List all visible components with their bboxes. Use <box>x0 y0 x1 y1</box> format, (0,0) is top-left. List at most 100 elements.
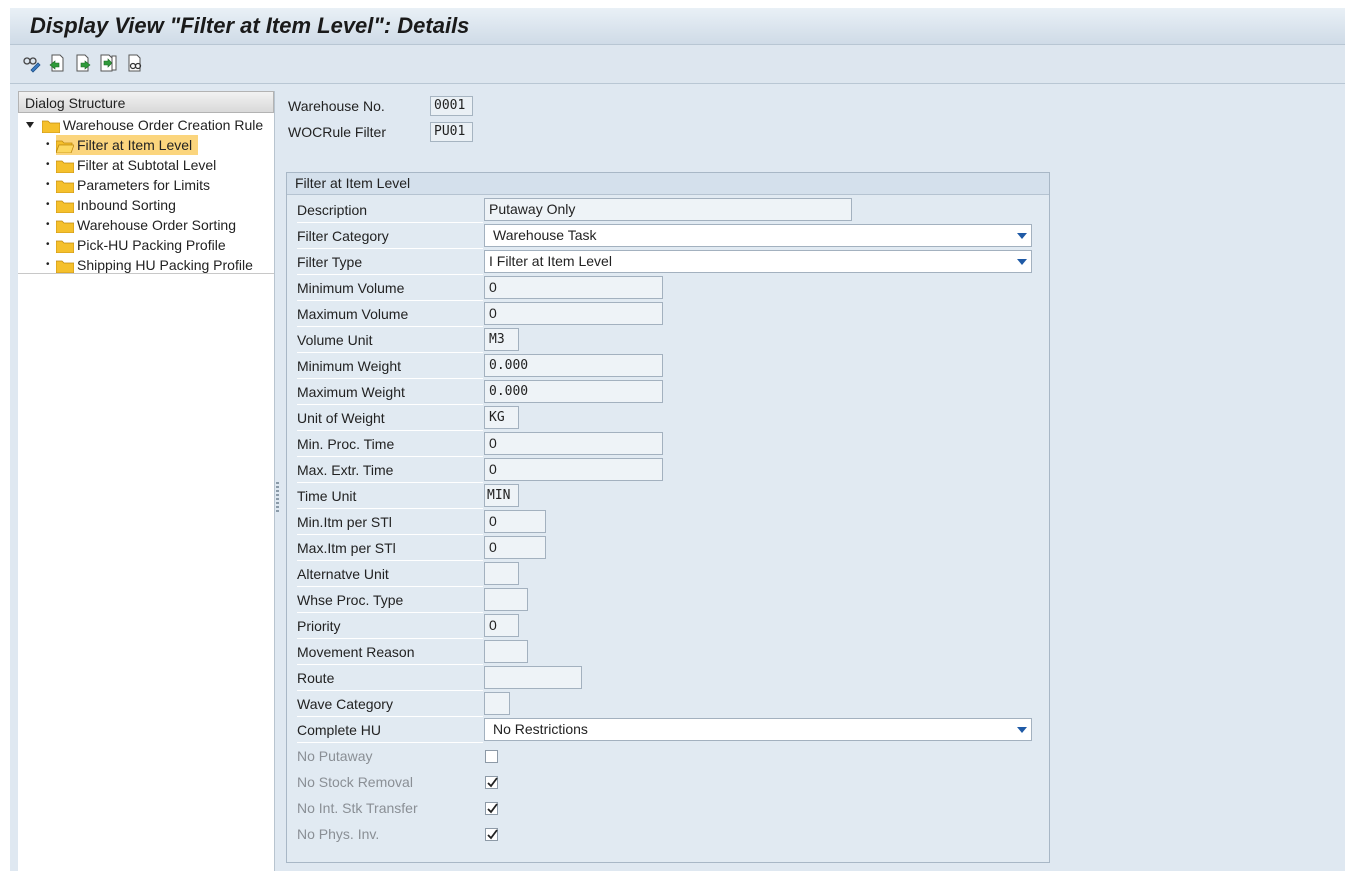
wave-category-label: Wave Category <box>297 692 483 717</box>
bullet-icon: • <box>46 259 50 270</box>
maximum-weight-field[interactable]: 0.000 <box>484 380 663 403</box>
movement-reason-field[interactable] <box>484 640 528 663</box>
whse-proc-type-field[interactable] <box>484 588 528 611</box>
max-itm-per-stl-label: Max.Itm per STl <box>297 536 483 561</box>
filter-category-dropdown[interactable]: Warehouse Task <box>484 224 1032 247</box>
bullet-icon: • <box>46 199 50 210</box>
unit-of-weight-label: Unit of Weight <box>297 406 483 431</box>
checkmark-icon <box>487 777 498 788</box>
volume-unit-field[interactable]: M3 <box>484 328 519 351</box>
minimum-weight-field[interactable]: 0.000 <box>484 354 663 377</box>
min-itm-per-stl-field[interactable]: 0 <box>484 510 546 533</box>
no-putaway-label: No Putaway <box>297 748 373 764</box>
bullet-icon: • <box>46 219 50 230</box>
wocrule-filter-label: WOCRule Filter <box>288 124 387 140</box>
minimum-weight-label: Minimum Weight <box>297 354 483 379</box>
group-title: Filter at Item Level <box>287 173 1049 195</box>
no-stock-removal-label: No Stock Removal <box>297 774 413 790</box>
bullet-icon: • <box>46 239 50 250</box>
no-int-stk-transfer-checkbox[interactable] <box>485 802 498 815</box>
filter-category-value: Warehouse Task <box>493 227 597 243</box>
tree-root-label: Warehouse Order Creation Rule <box>62 117 264 133</box>
minimum-volume-field[interactable]: 0 <box>484 276 663 299</box>
tree-item-label: Warehouse Order Sorting <box>77 217 236 233</box>
bullet-icon: • <box>46 179 50 190</box>
find-icon[interactable] <box>125 53 145 73</box>
no-putaway-checkbox[interactable] <box>485 750 498 763</box>
tree-item-label: Shipping HU Packing Profile <box>77 257 253 273</box>
bullet-icon: • <box>46 139 50 150</box>
complete-hu-dropdown[interactable]: No Restrictions <box>484 718 1032 741</box>
dropdown-arrow-icon[interactable] <box>1017 727 1027 733</box>
max-extr-time-field[interactable]: 0 <box>484 458 663 481</box>
dropdown-arrow-icon[interactable] <box>1017 233 1027 239</box>
title-bar: Display View "Filter at Item Level": Det… <box>10 8 1345 45</box>
filter-type-label: Filter Type <box>297 250 483 275</box>
dialog-structure-panel: Dialog Structure Warehouse Order Creatio… <box>18 91 275 871</box>
bullet-icon: • <box>46 159 50 170</box>
expand-arrow-icon[interactable] <box>26 122 34 128</box>
wocrule-filter-field[interactable]: PU01 <box>430 122 473 142</box>
min-proc-time-field[interactable]: 0 <box>484 432 663 455</box>
route-field[interactable] <box>484 666 582 689</box>
tree-item-warehouse-order-sorting[interactable]: • Warehouse Order Sorting <box>46 215 236 235</box>
tree-item-inbound-sorting[interactable]: • Inbound Sorting <box>46 195 176 215</box>
wave-category-field[interactable] <box>484 692 510 715</box>
glasses-edit-icon[interactable] <box>22 53 42 73</box>
filter-category-label: Filter Category <box>297 224 483 249</box>
minimum-volume-label: Minimum Volume <box>297 276 483 301</box>
previous-entry-icon[interactable] <box>47 53 67 73</box>
folder-icon <box>55 258 75 278</box>
unit-of-weight-field[interactable]: KG <box>484 406 519 429</box>
description-field[interactable]: Putaway Only <box>484 198 852 221</box>
min-itm-per-stl-label: Min.Itm per STl <box>297 510 483 535</box>
filter-type-dropdown[interactable]: I Filter at Item Level <box>484 250 1032 273</box>
other-entry-icon[interactable] <box>98 53 118 73</box>
no-phys-inv-label: No Phys. Inv. <box>297 826 380 842</box>
application-toolbar <box>10 45 1345 84</box>
route-label: Route <box>297 666 483 691</box>
dropdown-arrow-icon[interactable] <box>1017 259 1027 265</box>
priority-field[interactable]: 0 <box>484 614 519 637</box>
max-itm-per-stl-field[interactable]: 0 <box>484 536 546 559</box>
no-stock-removal-checkbox[interactable] <box>485 776 498 789</box>
tree-item-label: Parameters for Limits <box>77 177 211 193</box>
time-unit-label: Time Unit <box>297 484 483 509</box>
panel-splitter[interactable] <box>276 482 279 514</box>
tree-item-filter-at-subtotal-level[interactable]: • Filter at Subtotal Level <box>46 155 217 175</box>
tree-item-label: Inbound Sorting <box>77 197 176 213</box>
complete-hu-value: No Restrictions <box>493 721 588 737</box>
time-unit-field[interactable]: MIN <box>484 484 519 507</box>
description-label: Description <box>297 198 483 223</box>
tree-item-filter-at-item-level[interactable]: • Filter at Item Level <box>46 135 199 155</box>
tree-item-label: Filter at Item Level <box>77 137 193 153</box>
tree-item-label: Pick-HU Packing Profile <box>77 237 226 253</box>
min-proc-time-label: Min. Proc. Time <box>297 432 483 457</box>
tree-item-parameters-for-limits[interactable]: • Parameters for Limits <box>46 175 211 195</box>
tree-item-shipping-hu-packing-profile[interactable]: • Shipping HU Packing Profile <box>46 255 253 278</box>
dialog-structure-header: Dialog Structure <box>18 91 274 113</box>
page-title: Display View "Filter at Item Level": Det… <box>30 13 470 38</box>
no-int-stk-transfer-label: No Int. Stk Transfer <box>297 800 418 816</box>
volume-unit-label: Volume Unit <box>297 328 483 353</box>
warehouse-no-label: Warehouse No. <box>288 98 385 114</box>
alternative-unit-field[interactable] <box>484 562 519 585</box>
tree-item-pick-hu-packing-profile[interactable]: • Pick-HU Packing Profile <box>46 235 226 255</box>
next-entry-icon[interactable] <box>73 53 93 73</box>
checkmark-icon <box>487 829 498 840</box>
maximum-volume-field[interactable]: 0 <box>484 302 663 325</box>
maximum-weight-label: Maximum Weight <box>297 380 483 405</box>
maximum-volume-label: Maximum Volume <box>297 302 483 327</box>
complete-hu-label: Complete HU <box>297 718 483 743</box>
no-phys-inv-checkbox[interactable] <box>485 828 498 841</box>
checkmark-icon <box>487 803 498 814</box>
whse-proc-type-label: Whse Proc. Type <box>297 588 483 613</box>
tree-item-label: Filter at Subtotal Level <box>77 157 217 173</box>
filter-type-value: I Filter at Item Level <box>489 253 612 269</box>
priority-label: Priority <box>297 614 483 639</box>
warehouse-no-field[interactable]: 0001 <box>430 96 473 116</box>
tree-root-warehouse-order-creation-rule[interactable]: Warehouse Order Creation Rule <box>26 115 263 135</box>
alternative-unit-label: Alternatve Unit <box>297 562 483 587</box>
tree-divider <box>18 273 274 274</box>
movement-reason-label: Movement Reason <box>297 640 483 665</box>
